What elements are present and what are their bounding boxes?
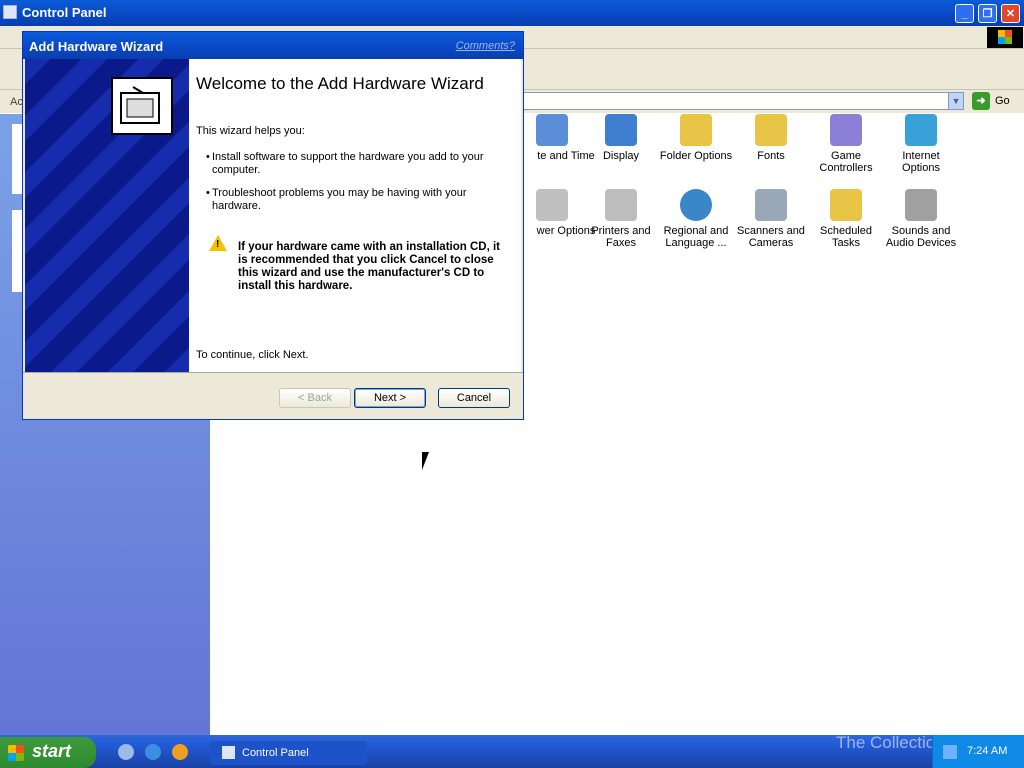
windows-flag-icon: [8, 745, 24, 761]
wizard-continue-text: To continue, click Next.: [196, 349, 309, 361]
cp-item-label: Internet Options: [902, 150, 940, 174]
power-options-icon: [536, 189, 568, 221]
cp-item-sounds-audio[interactable]: Sounds and Audio Devices: [883, 189, 959, 249]
system-tray: 7:24 AM: [932, 735, 1024, 768]
internet-options-icon: [905, 114, 937, 146]
wizard-titlebar[interactable]: Add Hardware Wizard Comments?: [23, 32, 523, 59]
show-desktop-icon[interactable]: [118, 744, 134, 760]
cp-item-label: Scheduled Tasks: [820, 225, 872, 249]
media-player-icon[interactable]: [172, 744, 188, 760]
display-icon: [605, 114, 637, 146]
cp-item-label: Sounds and Audio Devices: [885, 225, 957, 249]
wizard-sidebar-banner: [25, 59, 189, 372]
warning-mark: !: [216, 239, 220, 250]
cancel-button[interactable]: Cancel: [438, 388, 510, 408]
go-label: Go: [995, 95, 1010, 107]
address-dropdown-icon[interactable]: ▼: [948, 93, 963, 109]
cp-item-fonts[interactable]: Fonts: [733, 114, 809, 162]
printer-icon: [605, 189, 637, 221]
windows-logo-icon: [987, 27, 1023, 48]
wizard-bullet: Install software to support the hardware…: [212, 151, 484, 176]
wizard-bullet: Troubleshoot problems you may be having …: [212, 187, 467, 212]
date-time-icon: [536, 114, 568, 146]
cp-item-scheduled-tasks[interactable]: Scheduled Tasks: [808, 189, 884, 249]
cp-item-label: Scanners and Cameras: [737, 225, 805, 249]
bullet-icon: •: [206, 151, 210, 163]
cp-item-display[interactable]: Display: [583, 114, 659, 162]
comments-link[interactable]: Comments?: [456, 40, 515, 52]
go-arrow-icon: ➜: [972, 92, 990, 110]
game-controller-icon: [830, 114, 862, 146]
go-button[interactable]: ➜ Go: [972, 92, 1022, 111]
add-hardware-wizard-dialog: Add Hardware Wizard Comments? Welcome to…: [22, 31, 524, 420]
wizard-divider: [23, 372, 523, 373]
cp-item-game-controllers[interactable]: Game Controllers: [808, 114, 884, 174]
clock[interactable]: 7:24 AM: [967, 745, 1007, 757]
cp-item-label: Folder Options: [659, 150, 733, 162]
wizard-title: Add Hardware Wizard: [29, 39, 164, 54]
cp-item-label: Regional and Language ...: [663, 225, 729, 249]
start-label: start: [32, 741, 72, 761]
folder-options-icon: [680, 114, 712, 146]
cp-item-folder-options[interactable]: Folder Options: [658, 114, 734, 162]
scanner-icon: [755, 189, 787, 221]
cp-item-printers-faxes[interactable]: Printers and Faxes: [583, 189, 659, 249]
cp-item-scanners-cameras[interactable]: Scanners and Cameras: [733, 189, 809, 249]
internet-explorer-icon[interactable]: [145, 744, 161, 760]
bullet-icon: •: [206, 187, 210, 199]
taskbar-item-label: Control Panel: [242, 747, 309, 759]
control-panel-app-icon: [3, 5, 17, 19]
cp-item-label: Fonts: [757, 150, 785, 162]
mouse-cursor-icon: [422, 452, 429, 470]
start-button[interactable]: start: [0, 737, 96, 768]
back-button[interactable]: < Back: [279, 388, 351, 408]
cp-item-date-time[interactable]: te and Time: [514, 114, 595, 162]
cp-item-label: Display: [602, 150, 640, 162]
next-button[interactable]: Next >: [354, 388, 426, 408]
cp-item-label: Printers and Faxes: [591, 225, 651, 249]
cp-item-regional-language[interactable]: Regional and Language ...: [658, 189, 734, 249]
network-icon[interactable]: [943, 745, 957, 759]
wizard-warning-text: If your hardware came with an installati…: [238, 241, 500, 292]
scheduled-tasks-icon: [830, 189, 862, 221]
speaker-icon: [905, 189, 937, 221]
address-label: Ac: [10, 96, 23, 108]
wizard-content: Welcome to the Add Hardware Wizard This …: [189, 59, 521, 372]
taskbar-item-control-panel[interactable]: Control Panel: [210, 741, 367, 765]
cp-item-internet-options[interactable]: Internet Options: [883, 114, 959, 174]
fonts-icon: [755, 114, 787, 146]
control-panel-icon: [222, 746, 235, 759]
restore-button[interactable]: ❐: [978, 4, 997, 23]
hardware-icon: [111, 77, 173, 135]
wizard-heading: Welcome to the Add Hardware Wizard: [196, 74, 484, 93]
control-panel-titlebar[interactable]: Control Panel _ ❐ ✕: [0, 0, 1024, 26]
task-pane-box: [12, 124, 22, 194]
cp-item-power-options[interactable]: wer Options: [514, 189, 595, 237]
cp-item-label: Game Controllers: [819, 150, 873, 174]
task-pane-box: [12, 210, 22, 292]
minimize-button[interactable]: _: [955, 4, 974, 23]
globe-icon: [680, 189, 712, 221]
close-button[interactable]: ✕: [1001, 4, 1020, 23]
wizard-intro: This wizard helps you:: [196, 125, 305, 137]
window-title: Control Panel: [22, 5, 107, 20]
